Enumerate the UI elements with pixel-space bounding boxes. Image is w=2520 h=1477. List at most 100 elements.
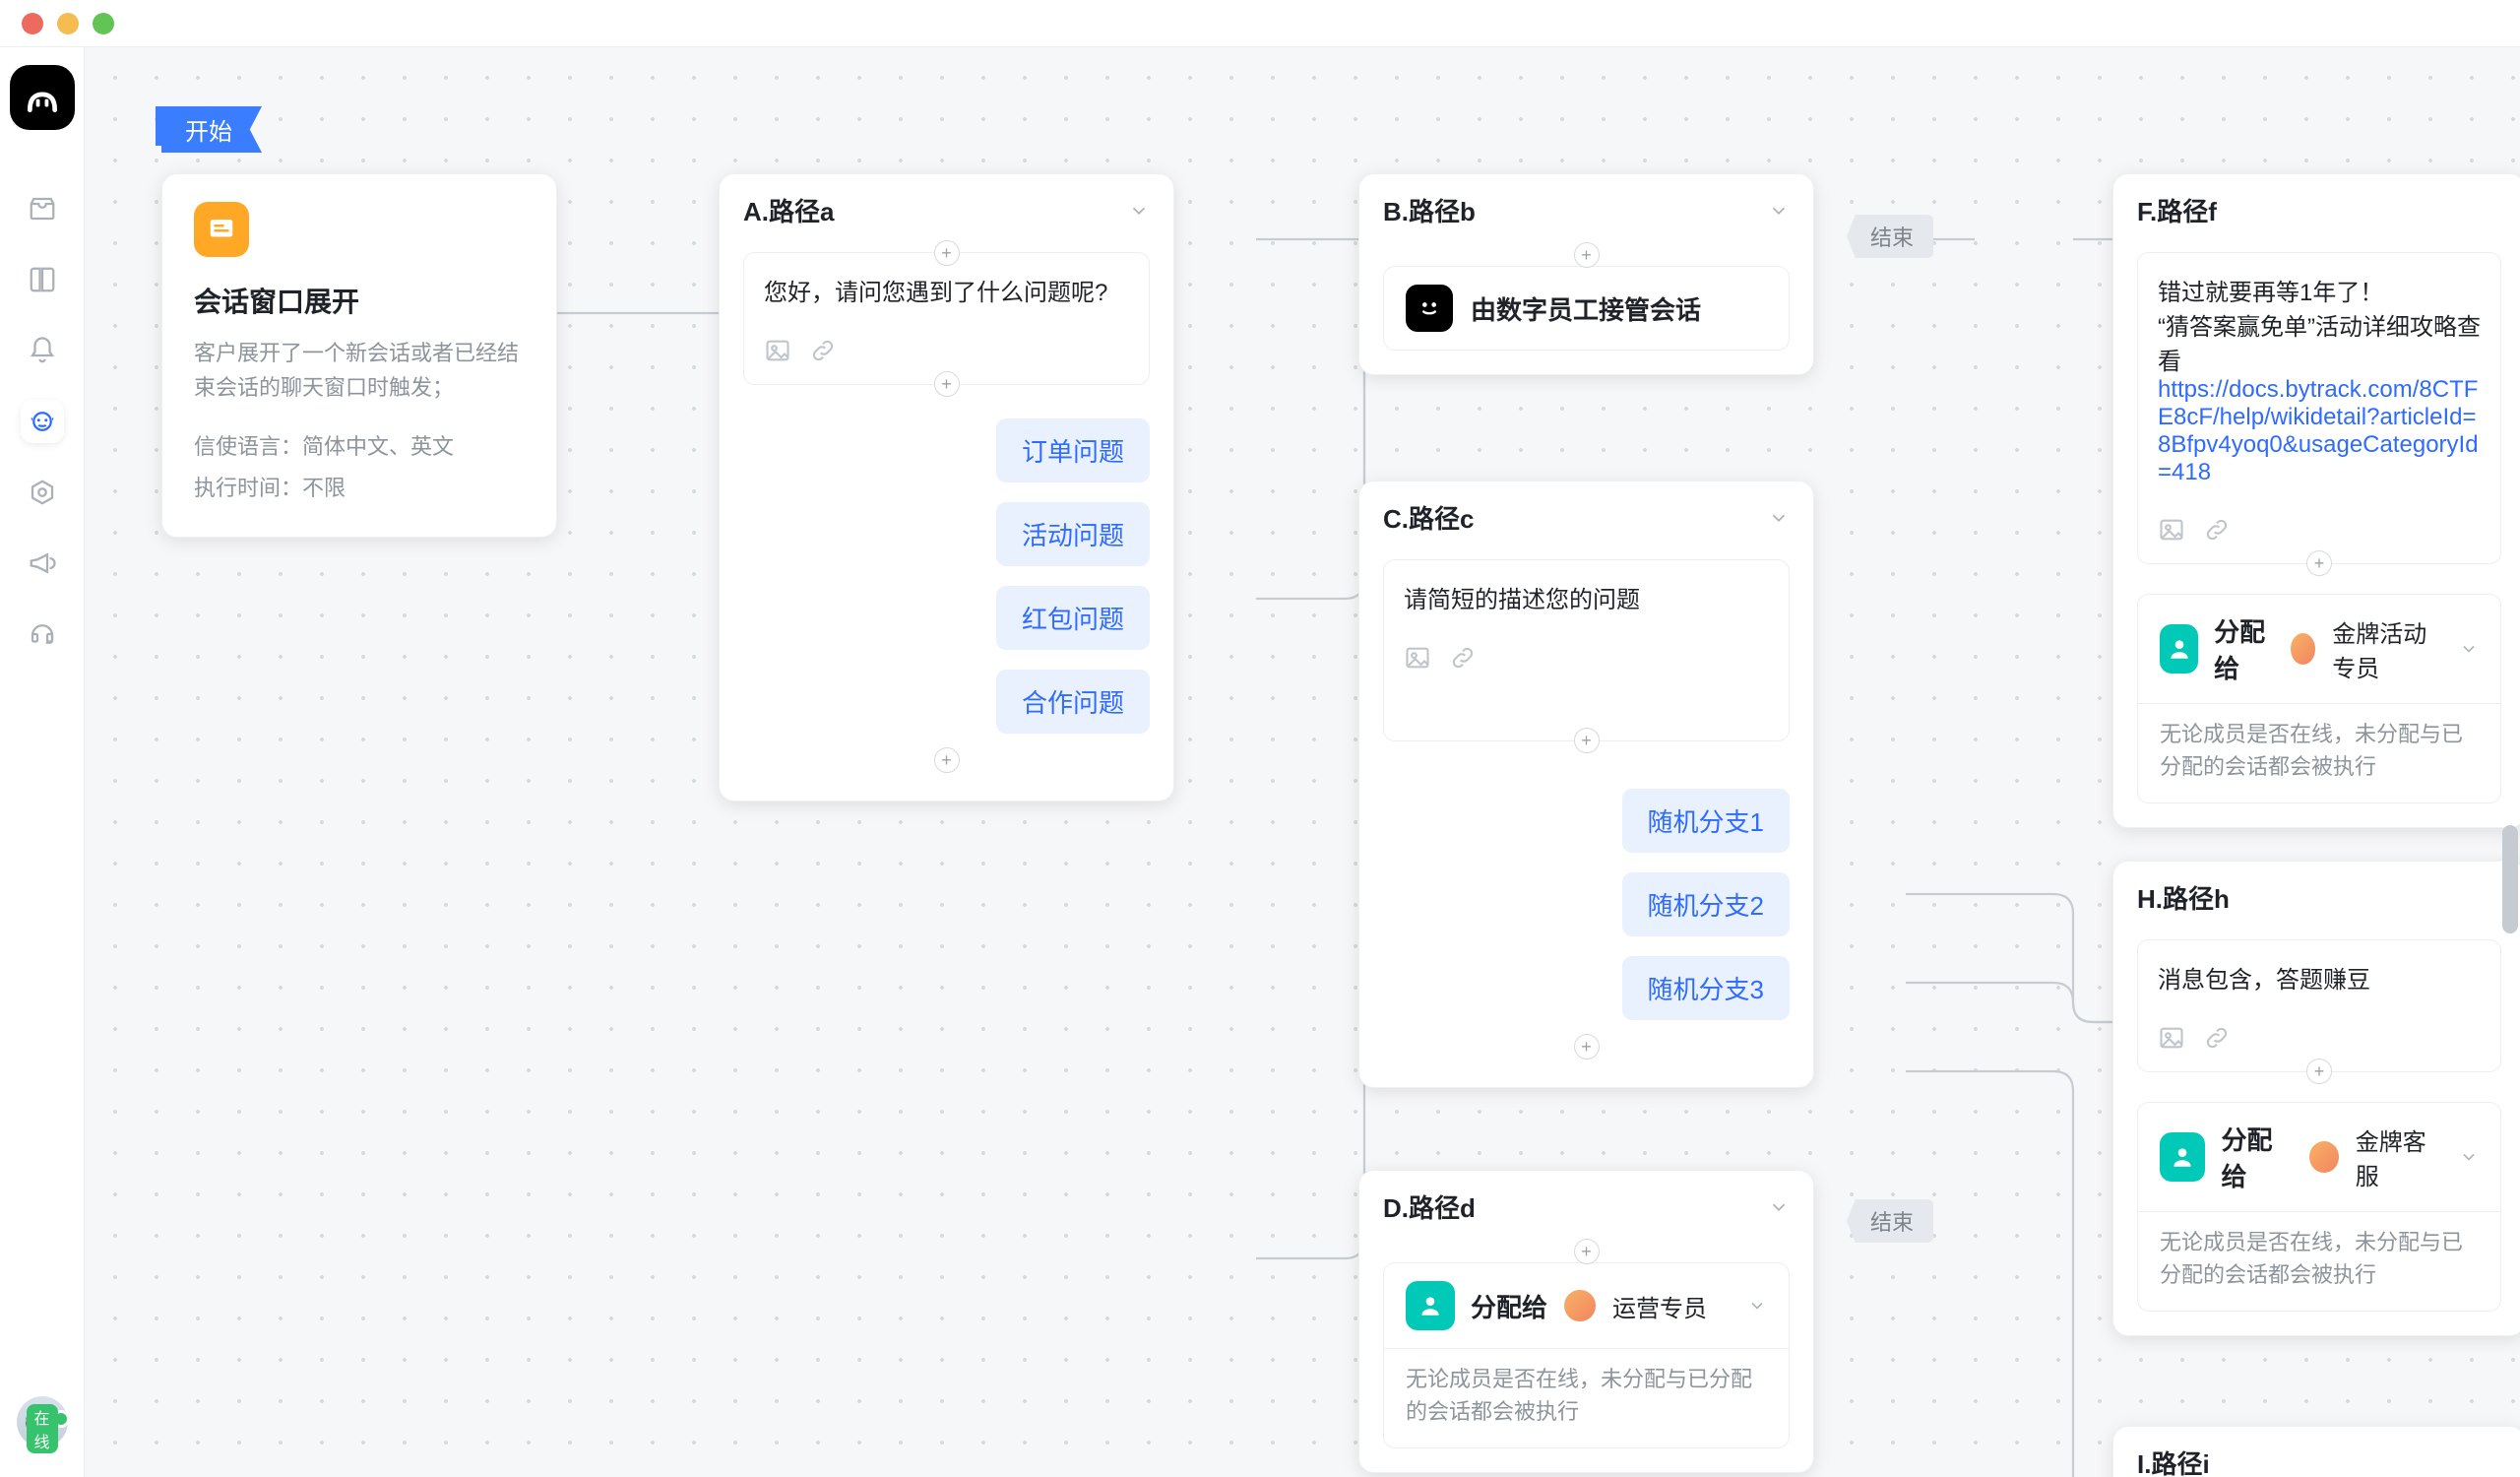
add-option-icon[interactable]: + (934, 747, 960, 773)
node-a[interactable]: A.路径a + 您好，请问您遇到了什么问题呢? + 订单问题 活 (719, 173, 1174, 802)
add-above-icon[interactable]: + (1574, 1239, 1600, 1264)
node-f-link[interactable]: https://docs.bytrack.com/8CTFE8cF/help/w… (2158, 376, 2479, 485)
option-chip[interactable]: 合作问题 (996, 670, 1150, 734)
option-chip[interactable]: 活动问题 (996, 502, 1150, 566)
chevron-down-icon[interactable] (1768, 507, 1790, 529)
add-below-icon[interactable]: + (2306, 550, 2332, 576)
start-tag: 开始 (161, 106, 262, 153)
node-d[interactable]: D.路径d + 分配给 运营专员 (1358, 1170, 1814, 1473)
node-d-title: D.路径d (1383, 1188, 1476, 1225)
handover-row[interactable]: 由数字员工接管会话 (1383, 266, 1790, 351)
flow-canvas[interactable]: 开始 会话窗口展开 客户展开了一个新会话或者已经结束会话的聊天窗口时触发； 信使… (85, 47, 2520, 1477)
link-icon[interactable] (809, 337, 837, 364)
assign-label: 分配给 (1471, 1288, 1547, 1324)
node-f-title: F.路径f (2137, 192, 2217, 228)
node-h[interactable]: H.路径h 消息包含，答题赚豆 + 分配给 (2112, 861, 2520, 1336)
person-icon (2160, 1132, 2205, 1182)
app-sidebar: 🧑 在线 (0, 47, 85, 1477)
node-f[interactable]: F.路径f 错过就要再等1年了！ “猜答案赢免单”活动详细攻略查看 https:… (2112, 173, 2520, 828)
node-i[interactable]: I.路径i (2112, 1426, 2520, 1477)
start-marker (156, 106, 161, 146)
option-chip[interactable]: 随机分支3 (1622, 956, 1790, 1020)
assignee-name: 金牌活动专员 (2332, 614, 2443, 683)
assign-label: 分配给 (2214, 612, 2274, 685)
node-c-title: C.路径c (1383, 499, 1474, 536)
add-option-icon[interactable]: + (1574, 1034, 1600, 1060)
node-c-prompt: 请简短的描述您的问题 (1404, 580, 1769, 614)
start-node-meta: 信使语言：简体中文、英文 执行时间：不限 (194, 426, 525, 509)
end-tag: 结束 (1847, 1199, 1933, 1243)
node-a-prompt: 您好，请问您遇到了什么问题呢? (764, 273, 1129, 307)
assign-block[interactable]: 分配给 金牌活动专员 无论成员是否在线，未分配与已分配的会话都会被执行 (2137, 594, 2501, 803)
node-h-message-box[interactable]: 消息包含，答题赚豆 + (2137, 939, 2501, 1072)
node-c-message-box[interactable]: 请简短的描述您的问题 + (1383, 559, 1790, 741)
add-below-icon[interactable]: + (2306, 1059, 2332, 1084)
chevron-down-icon[interactable] (2459, 1147, 2479, 1167)
assign-note: 无论成员是否在线，未分配与已分配的会话都会被执行 (2138, 1212, 2500, 1311)
image-icon[interactable] (2158, 516, 2185, 544)
link-icon[interactable] (2203, 516, 2231, 544)
start-node-title: 会话窗口展开 (194, 281, 525, 320)
bot-icon[interactable] (21, 400, 64, 443)
node-b[interactable]: B.路径b + 由数字员工接管会话 (1358, 173, 1814, 375)
node-i-title: I.路径i (2137, 1445, 2210, 1477)
option-chip[interactable]: 红包问题 (996, 586, 1150, 650)
node-f-text: 错过就要再等1年了！ “猜答案赢免单”活动详细攻略查看 https://docs… (2158, 273, 2481, 486)
option-chip[interactable]: 订单问题 (996, 418, 1150, 482)
node-c[interactable]: C.路径c 请简短的描述您的问题 + 随机分支1 随机分支2 随 (1358, 481, 1814, 1088)
bot-face-icon (1406, 285, 1453, 332)
book-icon[interactable] (21, 258, 64, 301)
add-above-icon[interactable]: + (1574, 242, 1600, 268)
image-icon[interactable] (764, 337, 791, 364)
start-node-desc: 客户展开了一个新会话或者已经结束会话的聊天窗口时触发； (194, 336, 525, 405)
option-chip[interactable]: 随机分支1 (1622, 789, 1790, 853)
chevron-down-icon[interactable] (1768, 1196, 1790, 1218)
app-logo[interactable] (10, 65, 75, 130)
end-tag: 结束 (1847, 215, 1933, 258)
user-avatar[interactable]: 🧑 在线 (17, 1396, 68, 1447)
start-node[interactable]: 会话窗口展开 客户展开了一个新会话或者已经结束会话的聊天窗口时触发； 信使语言：… (161, 173, 557, 538)
node-h-text: 消息包含，答题赚豆 (2158, 960, 2481, 995)
chevron-down-icon[interactable] (1128, 200, 1150, 222)
assignee-name: 运营专员 (1612, 1289, 1707, 1323)
window-close-icon[interactable] (22, 13, 43, 34)
chevron-down-icon[interactable] (1768, 200, 1790, 222)
status-chip: 在线 (26, 1404, 57, 1453)
window-zoom-icon[interactable] (93, 13, 114, 34)
settings-icon[interactable] (21, 471, 64, 514)
add-below-icon[interactable]: + (934, 371, 960, 397)
window-titlebar (0, 0, 2520, 47)
bell-icon[interactable] (21, 329, 64, 372)
assignee-avatar (1563, 1289, 1597, 1322)
chevron-down-icon[interactable] (1747, 1296, 1767, 1316)
assign-label: 分配给 (2221, 1121, 2293, 1193)
node-a-message-box[interactable]: + 您好，请问您遇到了什么问题呢? + (743, 252, 1150, 385)
link-icon[interactable] (2203, 1024, 2231, 1052)
window-minimize-icon[interactable] (57, 13, 79, 34)
node-a-title: A.路径a (743, 192, 834, 228)
chat-window-icon (194, 202, 249, 257)
assign-block[interactable]: 分配给 运营专员 无论成员是否在线，未分配与已分配的会话都会被执行 (1383, 1262, 1790, 1448)
assignee-avatar (2308, 1140, 2340, 1174)
assign-block[interactable]: 分配给 金牌客服 无论成员是否在线，未分配与已分配的会话都会被执行 (2137, 1102, 2501, 1312)
node-b-title: B.路径b (1383, 192, 1476, 228)
person-icon (1406, 1281, 1455, 1330)
node-f-message-box[interactable]: 错过就要再等1年了！ “猜答案赢免单”活动详细攻略查看 https://docs… (2137, 252, 2501, 564)
chevron-down-icon[interactable] (2459, 639, 2479, 659)
handover-text: 由数字员工接管会话 (1471, 290, 1701, 327)
image-icon[interactable] (2158, 1024, 2185, 1052)
link-icon[interactable] (1449, 644, 1477, 672)
vertical-scrollbar[interactable] (2502, 825, 2518, 933)
add-below-icon[interactable]: + (1574, 728, 1600, 753)
add-above-icon[interactable]: + (934, 240, 960, 266)
image-icon[interactable] (1404, 644, 1431, 672)
assignee-name: 金牌客服 (2356, 1123, 2443, 1191)
assign-note: 无论成员是否在线，未分配与已分配的会话都会被执行 (2138, 704, 2500, 803)
node-h-title: H.路径h (2137, 879, 2230, 916)
option-chip[interactable]: 随机分支2 (1622, 872, 1790, 936)
person-icon (2160, 624, 2198, 674)
headset-icon[interactable] (21, 612, 64, 656)
megaphone-icon[interactable] (21, 542, 64, 585)
assignee-avatar (2290, 632, 2316, 666)
inbox-icon[interactable] (21, 187, 64, 230)
